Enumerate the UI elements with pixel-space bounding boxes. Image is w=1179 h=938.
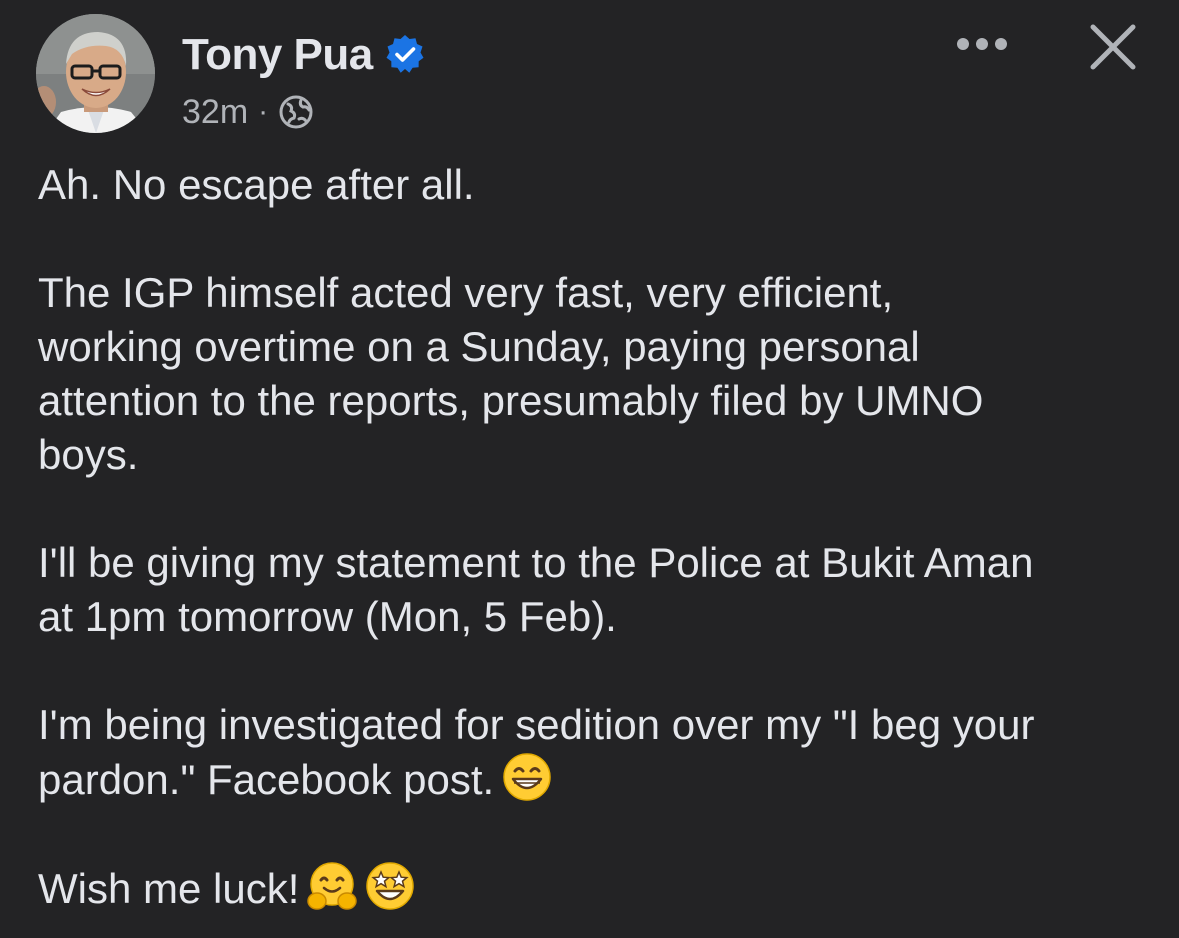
post-header: Tony Pua 32m · <box>0 0 1179 150</box>
post-meta: 32m · <box>182 92 314 132</box>
grinning-face-emoji <box>503 753 551 801</box>
more-dots-icon <box>957 38 1007 50</box>
author-name[interactable]: Tony Pua <box>182 30 373 80</box>
star-struck-emoji <box>366 862 415 910</box>
close-icon[interactable] <box>1084 18 1142 76</box>
post-paragraph: The IGP himself acted very fast, very ef… <box>38 266 1163 482</box>
more-options-button[interactable] <box>950 22 1014 66</box>
verified-badge-icon <box>386 35 424 73</box>
meta-separator: · <box>258 95 269 128</box>
post-paragraph: Wish me luck! <box>38 861 1163 916</box>
paragraph-text: Wish me luck! <box>38 865 300 912</box>
paragraph-text: I'll be giving my statement to the Polic… <box>38 539 1034 640</box>
post-paragraph: Ah. No escape after all. <box>38 158 1163 212</box>
author-avatar[interactable] <box>36 14 155 133</box>
paragraph-text: The IGP himself acted very fast, very ef… <box>38 269 984 478</box>
post-timestamp[interactable]: 32m <box>182 93 248 132</box>
globe-icon[interactable] <box>278 94 314 130</box>
hugging-face-emoji <box>307 862 358 910</box>
post-body: Ah. No escape after all. The IGP himself… <box>38 158 1163 916</box>
paragraph-text: Ah. No escape after all. <box>38 161 475 208</box>
avatar-photo <box>36 14 155 133</box>
post-paragraph: I'll be giving my statement to the Polic… <box>38 536 1163 644</box>
post-paragraph: I'm being investigated for sedition over… <box>38 698 1163 807</box>
